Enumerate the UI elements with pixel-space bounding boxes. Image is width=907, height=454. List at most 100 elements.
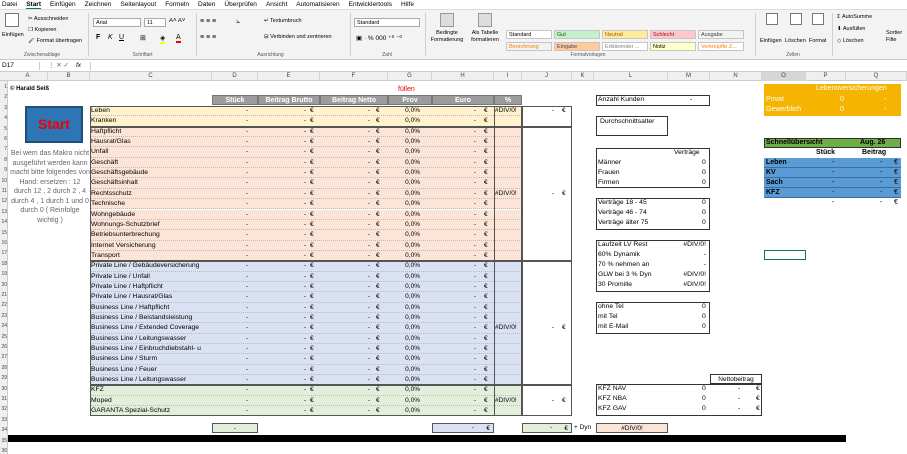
prov-cell[interactable]: 0,0% — [388, 147, 420, 157]
font-select[interactable]: Arial — [93, 18, 141, 27]
brutto-cell[interactable]: - — [258, 220, 306, 230]
stueck-cell[interactable]: - — [212, 230, 248, 240]
cell-style-item[interactable]: Verknüpfte Z... — [698, 42, 744, 51]
brutto-cell[interactable]: - — [258, 282, 306, 292]
column-header[interactable]: C — [90, 72, 212, 81]
prov-cell[interactable]: 0,0% — [388, 178, 420, 188]
stueck-cell[interactable]: - — [212, 147, 248, 157]
brutto-cell[interactable]: - — [258, 385, 306, 395]
brutto-cell[interactable]: - — [258, 375, 306, 385]
row-header[interactable]: 9 — [0, 167, 8, 173]
brutto-cell[interactable]: - — [258, 334, 306, 344]
prov-cell[interactable]: 0,0% — [388, 334, 420, 344]
column-header[interactable]: G — [388, 72, 432, 81]
prov-cell[interactable]: 0,0% — [388, 158, 420, 168]
row-header[interactable]: 16 — [0, 240, 8, 246]
stueck-cell[interactable]: - — [212, 334, 248, 344]
netto-cell[interactable]: - — [320, 344, 370, 354]
delete-cells-icon[interactable] — [790, 13, 802, 25]
brutto-cell[interactable]: - — [258, 365, 306, 375]
menu-seitenlayout[interactable]: Seitenlayout — [120, 1, 156, 8]
brutto-cell[interactable]: - — [258, 127, 306, 137]
stueck-cell[interactable]: - — [212, 210, 248, 220]
prov-cell[interactable]: 0,0% — [388, 137, 420, 147]
brutto-cell[interactable]: - — [258, 189, 306, 199]
menu-hilfe[interactable]: Hilfe — [401, 1, 414, 8]
netto-cell[interactable]: - — [320, 251, 370, 261]
brutto-cell[interactable]: - — [258, 178, 306, 188]
format-cells-button[interactable]: Format — [809, 38, 826, 44]
row-header[interactable]: 26 — [0, 344, 8, 350]
row-header[interactable]: 15 — [0, 230, 8, 236]
netto-cell[interactable]: - — [320, 375, 370, 385]
orientation-icon[interactable]: ⦣ — [236, 18, 240, 26]
row-header[interactable]: 3 — [0, 105, 8, 111]
menu-ueberpruefen[interactable]: Überprüfen — [224, 1, 257, 8]
align-top-icon[interactable]: ≡ ≡ ≡ — [200, 18, 216, 25]
row-header[interactable]: 21 — [0, 292, 8, 298]
netto-cell[interactable]: - — [320, 272, 370, 282]
netto-cell[interactable]: - — [320, 127, 370, 137]
prov-cell[interactable]: 0,0% — [388, 354, 420, 364]
stueck-cell[interactable]: - — [212, 241, 248, 251]
brutto-cell[interactable]: - — [258, 116, 306, 126]
menu-entwicklertools[interactable]: Entwicklertools — [349, 1, 392, 8]
prov-cell[interactable]: 0,0% — [388, 230, 420, 240]
row-header[interactable]: 34 — [0, 427, 8, 433]
menu-automatisieren[interactable]: Automatisieren — [296, 1, 339, 8]
format-cells-icon[interactable] — [812, 13, 824, 25]
stueck-cell[interactable]: - — [212, 303, 248, 313]
brutto-cell[interactable]: - — [258, 106, 306, 116]
wrap-text-button[interactable]: Textumbruch — [270, 18, 302, 24]
stueck-cell[interactable]: - — [212, 106, 248, 116]
row-header[interactable]: 14 — [0, 219, 8, 225]
row-header[interactable]: 32 — [0, 406, 8, 412]
stueck-cell[interactable]: - — [212, 406, 248, 416]
row-header[interactable]: 25 — [0, 334, 8, 340]
stueck-cell[interactable]: - — [212, 396, 248, 406]
brutto-cell[interactable]: - — [258, 147, 306, 157]
prov-cell[interactable]: 0,0% — [388, 396, 420, 406]
prov-cell[interactable]: 0,0% — [388, 375, 420, 385]
brutto-cell[interactable]: - — [258, 158, 306, 168]
bold-icon[interactable]: F — [96, 34, 100, 41]
netto-cell[interactable]: - — [320, 158, 370, 168]
netto-cell[interactable]: - — [320, 292, 370, 302]
column-header[interactable]: Q — [846, 72, 907, 81]
row-header[interactable]: 22 — [0, 302, 8, 308]
sort-filter-button[interactable]: Sortier Filte — [886, 30, 907, 44]
stueck-cell[interactable]: - — [212, 251, 248, 261]
brutto-cell[interactable]: - — [258, 261, 306, 271]
prov-cell[interactable]: 0,0% — [388, 406, 420, 416]
brutto-cell[interactable]: - — [258, 406, 306, 416]
row-header[interactable]: 4 — [0, 115, 8, 121]
stueck-cell[interactable]: - — [212, 158, 248, 168]
row-header[interactable]: 36 — [0, 448, 8, 454]
cell-style-item[interactable]: Eingabe — [554, 42, 600, 51]
copy-button[interactable]: Kopieren — [34, 27, 56, 33]
netto-cell[interactable]: - — [320, 323, 370, 333]
delete-cells-button[interactable]: Löschen — [785, 38, 806, 44]
stueck-cell[interactable]: - — [212, 385, 248, 395]
cell-style-item[interactable]: Ausgabe — [698, 30, 744, 39]
stueck-cell[interactable]: - — [212, 116, 248, 126]
brutto-cell[interactable]: - — [258, 168, 306, 178]
menu-formeln[interactable]: Formeln — [165, 1, 189, 8]
netto-cell[interactable]: - — [320, 354, 370, 364]
stueck-cell[interactable]: - — [212, 199, 248, 209]
column-header[interactable]: L — [594, 72, 668, 81]
menu-zeichnen[interactable]: Zeichnen — [85, 1, 112, 8]
font-size-select[interactable]: 11 — [144, 18, 166, 27]
menu-ansicht[interactable]: Ansicht — [266, 1, 287, 8]
stueck-cell[interactable]: - — [212, 282, 248, 292]
prov-cell[interactable]: 0,0% — [388, 116, 420, 126]
prov-cell[interactable]: 0,0% — [388, 127, 420, 137]
netto-cell[interactable]: - — [320, 303, 370, 313]
column-header[interactable]: M — [668, 72, 710, 81]
brutto-cell[interactable]: - — [258, 241, 306, 251]
row-header[interactable]: 1 — [0, 84, 8, 90]
fx-icon[interactable]: fx — [76, 62, 81, 70]
netto-cell[interactable]: - — [320, 261, 370, 271]
column-header[interactable]: I — [494, 72, 522, 81]
cell-style-item[interactable]: Erklärender ... — [602, 42, 648, 51]
